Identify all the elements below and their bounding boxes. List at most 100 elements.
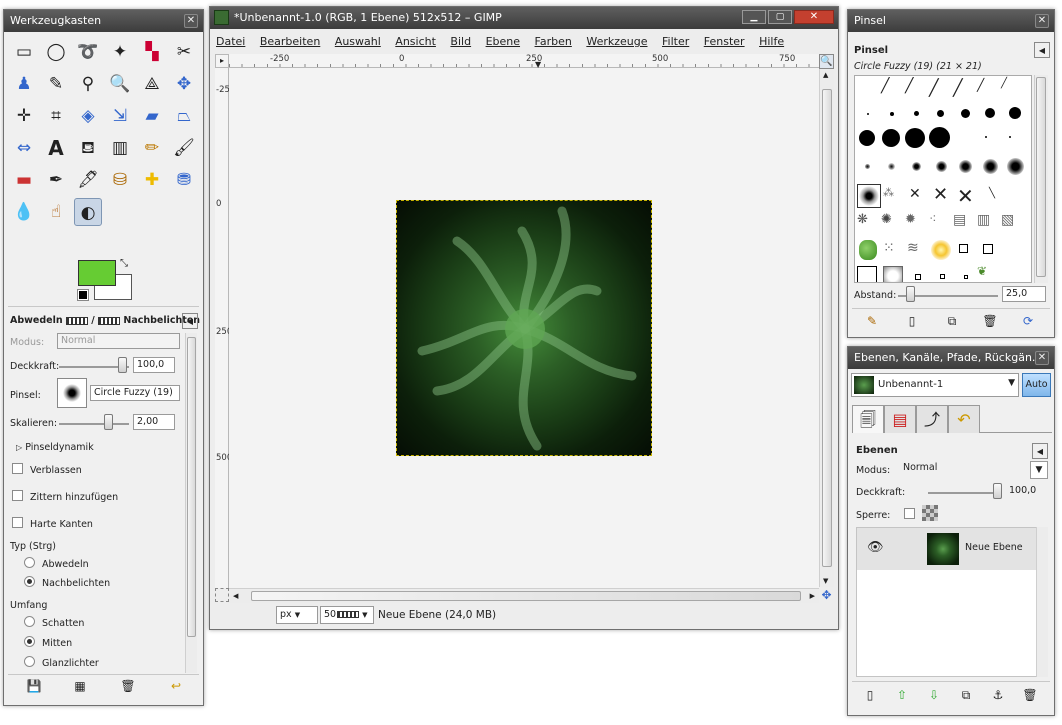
quick-mask-icon[interactable] xyxy=(215,588,229,602)
umfang-schatten-radio[interactable] xyxy=(24,616,35,627)
brush-cell[interactable]: ⁖ xyxy=(929,212,951,234)
brush-fuzzy[interactable] xyxy=(936,161,947,172)
brush-dot[interactable] xyxy=(905,128,925,148)
align-icon[interactable]: ✛ xyxy=(10,102,38,130)
image-selector[interactable]: Unbenannt-1 ▼ xyxy=(851,373,1019,397)
brush-cell[interactable] xyxy=(857,266,877,282)
rect-select-icon[interactable]: ▭ xyxy=(10,38,38,66)
horizontal-scrollbar-thumb[interactable] xyxy=(251,591,801,601)
brush-cell[interactable]: ╱ xyxy=(1001,78,1023,100)
brush-cell[interactable]: ╲ xyxy=(989,188,1011,210)
smudge-icon[interactable]: ☝ xyxy=(42,198,70,226)
layer-modus-select[interactable]: Normal xyxy=(900,461,1048,477)
delete-brush-icon[interactable]: 🗑 xyxy=(982,313,998,329)
brush-cell[interactable]: ✕ xyxy=(933,184,955,206)
close-icon[interactable]: ✕ xyxy=(1035,351,1049,365)
brush-cell[interactable] xyxy=(883,266,903,282)
dodge-burn-icon[interactable]: ◐ xyxy=(74,198,102,226)
deckkraft-input[interactable]: 100,0 xyxy=(133,357,175,373)
close-icon[interactable]: ✕ xyxy=(1035,14,1049,28)
lock-pixels-checkbox[interactable] xyxy=(904,508,915,519)
layer-row[interactable]: 👁 Neue Ebene xyxy=(857,528,1047,570)
options-scrollbar-thumb[interactable] xyxy=(187,337,196,637)
delete-options-icon[interactable]: 🗑 xyxy=(120,678,136,694)
brushes-scrollbar[interactable] xyxy=(1034,75,1048,283)
menu-farben[interactable]: Farben xyxy=(535,35,572,48)
color-select-icon[interactable]: ▚ xyxy=(138,38,166,66)
tab-channels[interactable]: ▤ xyxy=(884,405,916,433)
image-canvas[interactable] xyxy=(396,200,652,456)
layer-deckkraft-slider[interactable] xyxy=(928,492,998,494)
umfang-mitten-radio[interactable] xyxy=(24,636,35,647)
brush-cell[interactable]: ▤ xyxy=(953,212,975,234)
paintbrush-icon[interactable]: 🖌 xyxy=(170,134,198,162)
bucket-fill-icon[interactable]: ⛾ xyxy=(74,134,102,162)
paths-icon[interactable]: ✎ xyxy=(42,70,70,98)
brush-fuzzy[interactable] xyxy=(1007,158,1024,175)
brush-dot[interactable] xyxy=(890,112,894,116)
brush-preview-button[interactable] xyxy=(57,378,87,408)
brush-dot[interactable] xyxy=(914,111,919,116)
brush-dot[interactable] xyxy=(985,108,995,118)
swap-colors-icon[interactable]: ⤡ xyxy=(120,258,128,269)
brush-cell[interactable]: ╱ xyxy=(929,78,951,100)
menu-bild[interactable]: Bild xyxy=(450,35,471,48)
menu-filter[interactable]: Filter xyxy=(662,35,689,48)
brush-selected[interactable] xyxy=(857,184,881,208)
close-icon[interactable]: ✕ xyxy=(184,14,198,28)
scroll-down-icon[interactable]: ▼ xyxy=(823,577,828,585)
brush-fuzzy[interactable] xyxy=(865,164,870,169)
scale-icon[interactable]: ⇲ xyxy=(106,102,134,130)
brush-cell[interactable]: ▥ xyxy=(977,212,999,234)
brush-cell[interactable]: ⁙ xyxy=(883,240,905,262)
zoom-select[interactable]: 50 ▼ xyxy=(320,606,374,624)
umfang-glanzlichter-radio[interactable] xyxy=(24,656,35,667)
brush-cell[interactable]: ⁂ xyxy=(883,186,905,208)
menu-ansicht[interactable]: Ansicht xyxy=(395,35,436,48)
tab-paths[interactable]: ⤴ xyxy=(916,405,948,433)
menu-datei[interactable]: Datei xyxy=(216,35,245,48)
scroll-right-icon[interactable]: ▶ xyxy=(810,592,815,600)
skalieren-slider-handle[interactable] xyxy=(104,414,113,430)
brush-cell[interactable] xyxy=(964,275,968,279)
vertical-scrollbar-thumb[interactable] xyxy=(822,89,832,567)
brush-dot[interactable] xyxy=(961,109,970,118)
text-icon[interactable]: A xyxy=(42,134,70,162)
brush-cell[interactable] xyxy=(915,274,921,280)
brush-grid[interactable]: ╱ ╱ ╱ ╱ ╱ ╱ ⁂ ✕ ✕ ✕ ╲ ❋ ✺ ✹ ⁖ ▤ ▥ ▧ ⁙ ≋ … xyxy=(854,75,1032,283)
pepper-brush-icon[interactable] xyxy=(859,240,877,260)
zoom-icon[interactable]: 🔍 xyxy=(106,70,134,98)
navigation-icon[interactable]: ✥ xyxy=(819,588,834,603)
new-layer-icon[interactable]: ▯ xyxy=(862,687,878,703)
brush-fuzzy[interactable] xyxy=(983,159,998,174)
duplicate-brush-icon[interactable]: ⧉ xyxy=(944,313,960,329)
brush-name-field[interactable]: Circle Fuzzy (19) xyxy=(90,385,180,401)
anchor-layer-icon[interactable]: ⚓ xyxy=(990,687,1006,703)
sparkle-brush-icon[interactable] xyxy=(931,240,951,260)
menu-auswahl[interactable]: Auswahl xyxy=(335,35,381,48)
brush-dot[interactable] xyxy=(1009,107,1021,119)
layer-thumbnail[interactable] xyxy=(927,533,959,565)
options-scrollbar[interactable] xyxy=(185,333,197,673)
canvas-area[interactable] xyxy=(229,68,819,588)
lower-layer-icon[interactable]: ⇩ xyxy=(926,687,942,703)
move-icon[interactable]: ✥ xyxy=(170,70,198,98)
brush-cell[interactable]: ✺ xyxy=(881,212,903,234)
auto-button[interactable]: Auto xyxy=(1022,373,1051,397)
default-colors-icon[interactable] xyxy=(77,289,89,301)
panel-menu-icon[interactable]: ◀ xyxy=(1032,443,1048,459)
menu-hilfe[interactable]: Hilfe xyxy=(759,35,784,48)
brush-cell[interactable]: ❋ xyxy=(857,212,879,234)
tab-undo[interactable]: ↶ xyxy=(948,405,980,433)
brush-dot[interactable] xyxy=(937,110,944,117)
brush-cell[interactable] xyxy=(959,244,981,266)
brush-dot[interactable] xyxy=(867,113,869,115)
eye-icon[interactable]: 👁 xyxy=(867,540,884,555)
ellipse-select-icon[interactable]: ◯ xyxy=(42,38,70,66)
rotate-icon[interactable]: ◈ xyxy=(74,102,102,130)
brush-cell[interactable]: ✹ xyxy=(905,212,927,234)
zittern-checkbox[interactable] xyxy=(12,490,23,501)
brush-cell[interactable] xyxy=(857,78,879,100)
harte-kanten-checkbox[interactable] xyxy=(12,517,23,528)
unit-select[interactable]: px ▼ xyxy=(276,606,318,624)
